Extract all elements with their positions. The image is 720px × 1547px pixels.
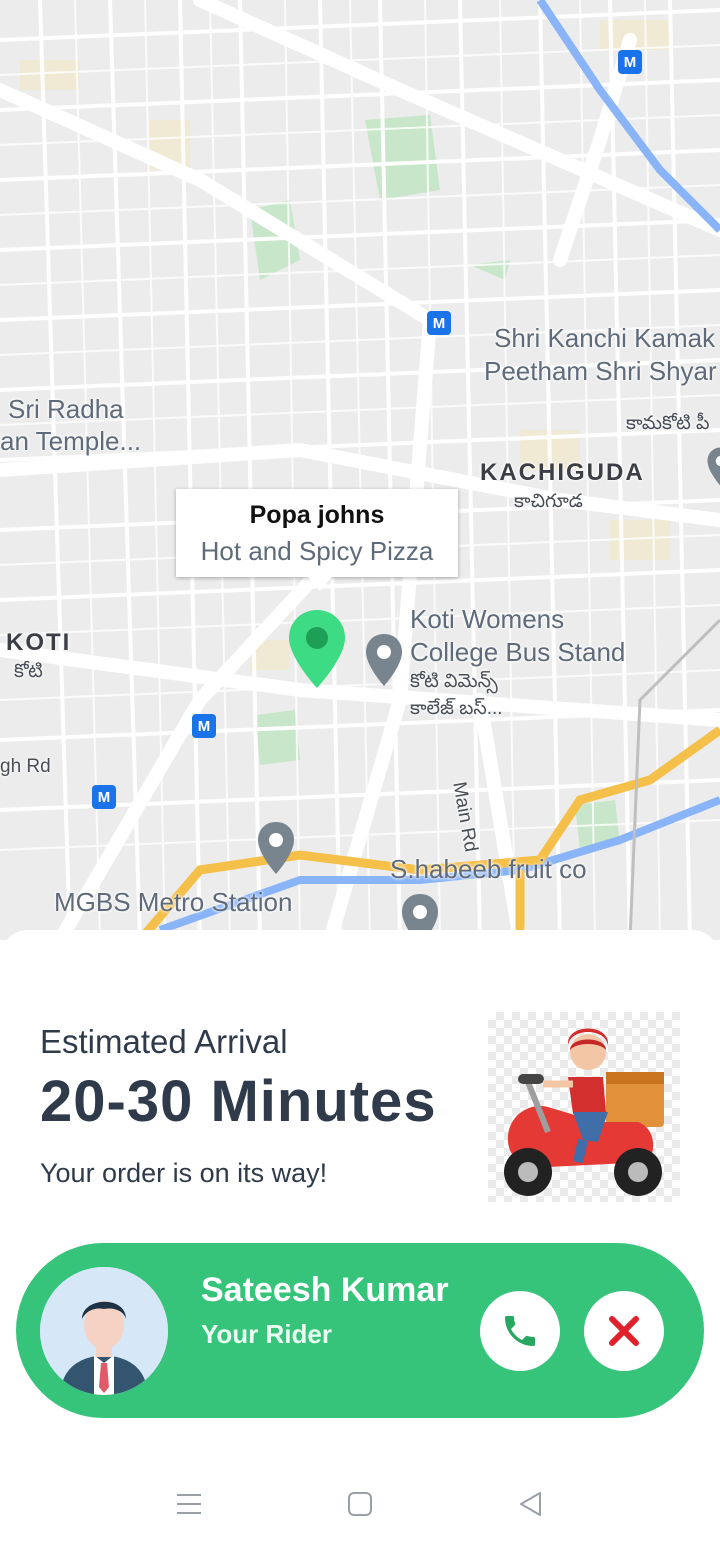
map-label: కాచిగూడ: [514, 491, 583, 512]
close-icon: [609, 1316, 639, 1346]
menu-icon[interactable]: [175, 1490, 203, 1518]
map-label: College Bus Stand: [410, 637, 626, 667]
restaurant-subtitle: Hot and Spicy Pizza: [200, 536, 434, 566]
map-label: కామకోటి పీ: [626, 413, 710, 434]
map-label: కోటి విమెన్స్: [410, 671, 498, 692]
call-rider-button[interactable]: [480, 1291, 560, 1371]
delivery-scooter-illustration: [488, 1012, 680, 1202]
rider-name: Sateesh Kumar: [201, 1271, 449, 1309]
rider-card[interactable]: Sateesh Kumar Your Rider: [16, 1243, 704, 1418]
rider-role: Your Rider: [201, 1319, 332, 1349]
map-label: కోటి: [14, 661, 43, 682]
system-nav-bar: [0, 1470, 720, 1547]
restaurant-info-window[interactable]: Popa johns Hot and Spicy Pizza: [176, 489, 458, 591]
rider-avatar: [40, 1267, 168, 1395]
map-label: Sri Radha: [8, 394, 124, 424]
map-label: Peetham Shri Shyar: [484, 356, 717, 386]
map-label: కాలేజ్ బస్...: [410, 698, 503, 719]
map-view[interactable]: M M M M Shri Kanchi Kamak Peetham Shri S…: [0, 0, 720, 940]
cancel-button[interactable]: [584, 1291, 664, 1371]
home-icon[interactable]: [346, 1490, 374, 1518]
place-pin-icon[interactable]: [364, 632, 404, 688]
map-label: KACHIGUDA: [480, 459, 645, 486]
place-pin-icon[interactable]: [256, 820, 296, 876]
back-icon[interactable]: [516, 1490, 544, 1518]
restaurant-name: Popa johns: [249, 501, 385, 529]
restaurant-pin-icon[interactable]: [287, 608, 347, 690]
metro-icon[interactable]: M: [92, 785, 116, 809]
map-label: MGBS Metro Station: [54, 887, 293, 917]
map-label: KOTI: [6, 629, 72, 656]
map-label: an Temple...: [0, 426, 142, 456]
eta-value: 20-30 Minutes: [40, 1069, 437, 1134]
phone-icon: [505, 1316, 535, 1346]
map-label: Koti Womens: [410, 604, 565, 634]
map-label: Shri Kanchi Kamak: [494, 323, 716, 353]
metro-icon[interactable]: M: [427, 311, 451, 335]
metro-icon[interactable]: M: [192, 714, 216, 738]
place-pin-icon[interactable]: [706, 445, 720, 489]
map-label: gh Rd: [0, 756, 51, 777]
metro-icon[interactable]: M: [618, 50, 642, 74]
map-label: S.habeeb fruit co: [390, 854, 587, 884]
eta-label: Estimated Arrival: [40, 1023, 288, 1060]
order-status: Your order is on its way!: [40, 1158, 328, 1188]
